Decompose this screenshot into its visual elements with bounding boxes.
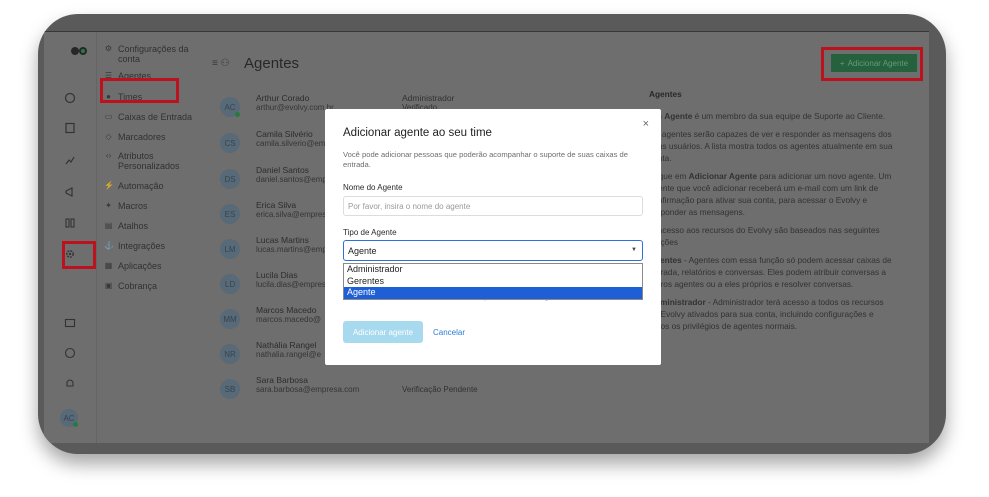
screenshot-frame: AC ⚙ Configurações da conta ☰ Agentes ● … <box>38 14 946 454</box>
submit-agent-button[interactable]: Adicionar agente <box>343 321 423 343</box>
cancel-button[interactable]: Cancelar <box>433 328 465 337</box>
agent-type-select[interactable]: Agente ▼ <box>343 240 643 261</box>
modal-description: Você pode adicionar pessoas que poderão … <box>343 150 628 169</box>
agent-name-label: Nome do Agente <box>343 183 403 192</box>
modal-title: Adicionar agente ao seu time <box>343 127 492 139</box>
agent-name-input[interactable]: Por favor, insira o nome do agente <box>343 196 643 216</box>
option-gerentes[interactable]: Gerentes <box>344 276 642 288</box>
chevron-down-icon: ▼ <box>631 247 637 253</box>
option-administrador[interactable]: Administrador <box>344 264 642 276</box>
agent-name-placeholder: Por favor, insira o nome do agente <box>348 201 471 211</box>
option-agente[interactable]: Agente <box>344 287 642 299</box>
add-agent-modal: × Adicionar agente ao seu time Você pode… <box>325 109 661 365</box>
agent-type-label: Tipo de Agente <box>343 228 397 237</box>
agent-type-dropdown: Administrador Gerentes Agente <box>343 263 643 300</box>
agent-type-value: Agente <box>348 245 377 256</box>
close-icon[interactable]: × <box>643 118 649 130</box>
